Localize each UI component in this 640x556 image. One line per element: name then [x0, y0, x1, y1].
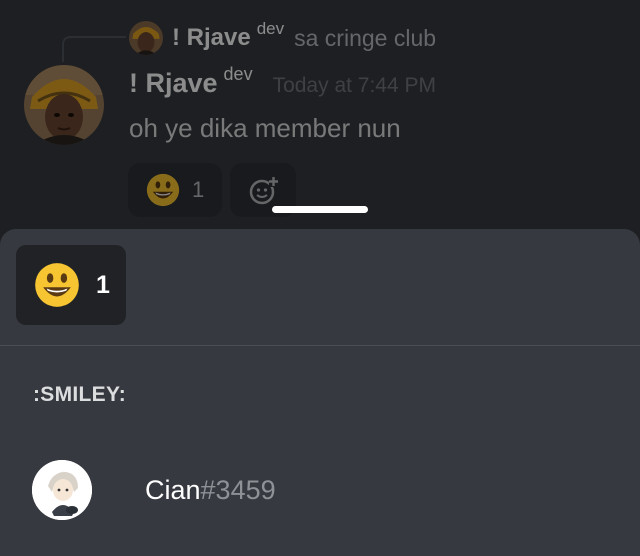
- smiley-emoji-icon: [34, 262, 80, 308]
- reaction-section-title: :SMILEY:: [33, 383, 127, 406]
- reaction-tab-count: 1: [96, 270, 110, 299]
- chat-message-area: ! Rjave dev sa cringe club ! Rjave dev T…: [0, 0, 640, 240]
- reactions-screen: ! Rjave dev sa cringe club ! Rjave dev T…: [0, 0, 640, 556]
- reactions-sheet: 1 :SMILEY: Cian#3459: [0, 229, 640, 556]
- reactor-row[interactable]: Cian#3459: [0, 451, 640, 531]
- reaction-tab-smiley[interactable]: 1: [16, 245, 126, 325]
- modal-overlay[interactable]: [0, 0, 640, 240]
- sheet-drag-handle[interactable]: [272, 206, 368, 213]
- reaction-tabs: 1: [0, 229, 640, 346]
- reactor-discriminator: #3459: [200, 475, 276, 505]
- reactor-avatar: [32, 460, 92, 520]
- reactor-name: Cian#3459: [145, 475, 276, 506]
- reactor-username: Cian: [145, 475, 201, 505]
